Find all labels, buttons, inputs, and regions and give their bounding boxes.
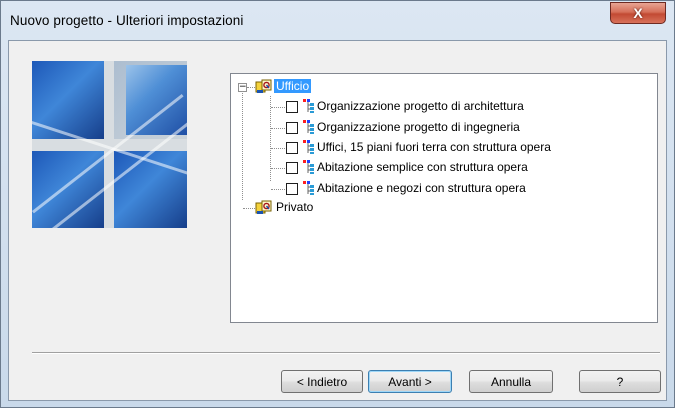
tree-node-label: Organizzazione progetto di architettura xyxy=(317,99,524,113)
footer-separator xyxy=(32,352,660,354)
template-checkbox[interactable] xyxy=(286,122,298,134)
dialog-body: − Ufficio Organizzazione progetto di arc… xyxy=(8,40,667,401)
group-icon xyxy=(255,200,273,216)
window-title: Nuovo progetto - Ulteriori impostazioni xyxy=(10,13,244,28)
template-icon xyxy=(303,99,315,113)
tree-node-template[interactable]: Abitazione e negozi con struttura opera xyxy=(231,180,651,198)
group-icon xyxy=(255,79,273,95)
tree-node-label: Abitazione semplice con struttura opera xyxy=(317,160,528,174)
tree-node-template[interactable]: Uffici, 15 piani fuori terra con struttu… xyxy=(231,139,651,157)
tree-node-label: Privato xyxy=(276,200,314,214)
template-checkbox[interactable] xyxy=(286,142,298,154)
template-icon xyxy=(303,160,315,174)
template-icon xyxy=(303,120,315,134)
cancel-button[interactable]: Annulla xyxy=(469,370,553,393)
template-icon xyxy=(303,181,315,195)
wizard-banner-image xyxy=(32,61,187,228)
back-button[interactable]: < Indietro xyxy=(281,370,363,393)
title-bar[interactable]: Nuovo progetto - Ulteriori impostazioni … xyxy=(1,1,674,41)
tree-node-privato[interactable]: Privato xyxy=(231,199,431,217)
dialog-window: Nuovo progetto - Ulteriori impostazioni … xyxy=(0,0,675,408)
tree-node-label: Uffici, 15 piani fuori terra con struttu… xyxy=(317,140,551,154)
tree-node-template[interactable]: Organizzazione progetto di architettura xyxy=(231,98,651,116)
close-button[interactable]: X xyxy=(610,2,666,24)
tree-node-label: Abitazione e negozi con struttura opera xyxy=(317,181,526,195)
template-checkbox[interactable] xyxy=(286,101,298,113)
tree-node-ufficio[interactable]: − Ufficio xyxy=(231,78,431,96)
template-tree[interactable]: − Ufficio Organizzazione progetto di arc… xyxy=(230,73,658,323)
template-checkbox[interactable] xyxy=(286,162,298,174)
tree-node-label: Ufficio xyxy=(274,79,312,93)
next-button[interactable]: Avanti > xyxy=(368,370,452,393)
tree-node-template[interactable]: Organizzazione progetto di ingegneria xyxy=(231,119,651,137)
tree-node-label: Organizzazione progetto di ingegneria xyxy=(317,120,520,134)
close-icon: X xyxy=(633,5,643,21)
help-button[interactable]: ? xyxy=(579,370,661,393)
template-checkbox[interactable] xyxy=(286,183,298,195)
tree-node-template[interactable]: Abitazione semplice con struttura opera xyxy=(231,159,651,177)
collapse-icon[interactable]: − xyxy=(238,83,247,92)
template-icon xyxy=(303,140,315,154)
